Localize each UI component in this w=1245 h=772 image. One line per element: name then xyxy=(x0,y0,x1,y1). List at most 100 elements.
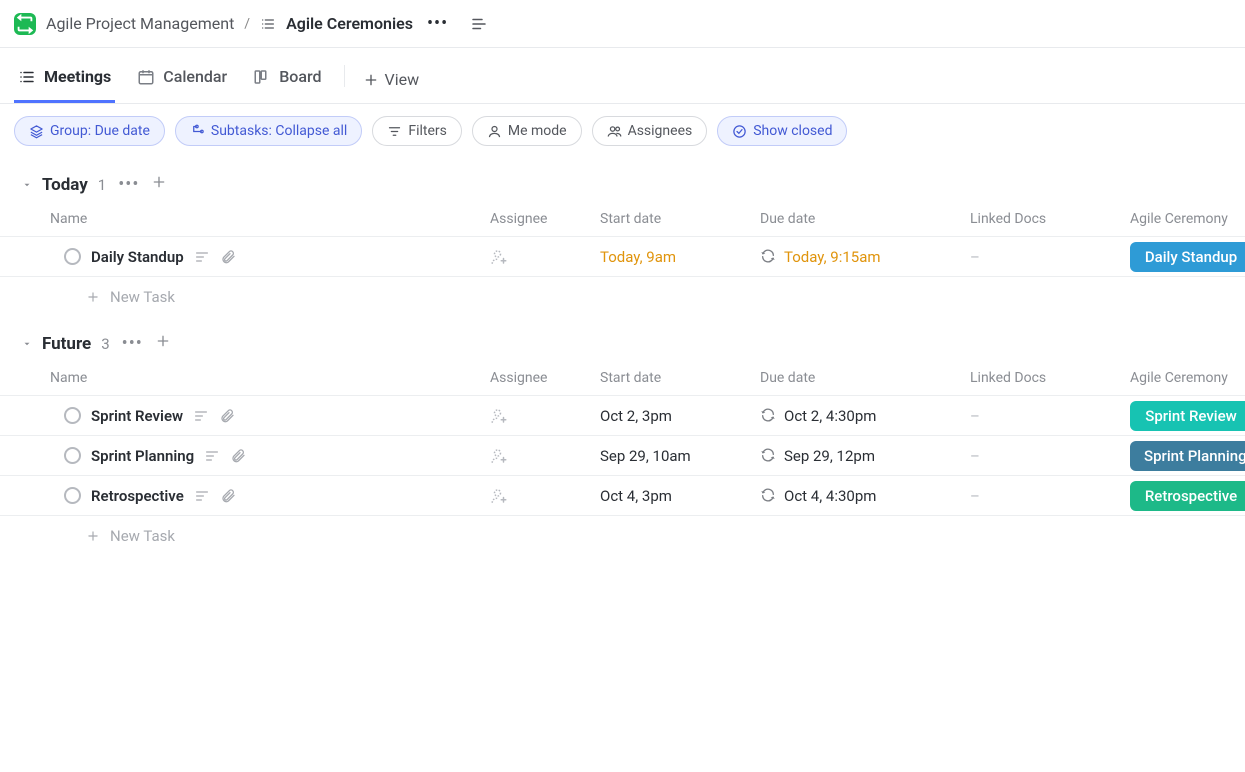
group-add-icon[interactable] xyxy=(151,174,167,195)
column-header[interactable]: Agile Ceremony xyxy=(1130,211,1245,227)
attachment-icon[interactable] xyxy=(220,249,236,265)
column-headers: NameAssigneeStart dateDue dateLinked Doc… xyxy=(0,360,1245,396)
attachment-icon[interactable] xyxy=(219,408,235,424)
new-task-button[interactable]: New Task xyxy=(0,277,1245,317)
group-more-icon[interactable]: ••• xyxy=(116,174,141,195)
task-name[interactable]: Sprint Planning xyxy=(91,447,194,465)
group-header: Today 1 ••• xyxy=(0,168,1245,201)
ceremony-tag[interactable]: Sprint Review xyxy=(1130,401,1245,431)
ceremony-tag[interactable]: Sprint Planning xyxy=(1130,441,1245,471)
status-circle-icon[interactable] xyxy=(64,447,81,464)
ceremony-cell[interactable]: Sprint Planning xyxy=(1130,441,1245,471)
assignee-cell[interactable] xyxy=(490,487,600,505)
column-header[interactable]: Name xyxy=(50,211,490,227)
status-circle-icon[interactable] xyxy=(64,407,81,424)
due-date-text: Oct 2, 4:30pm xyxy=(784,407,876,425)
column-header[interactable]: Name xyxy=(50,370,490,386)
ceremony-tag[interactable]: Retrospective xyxy=(1130,481,1245,511)
group-more-icon[interactable]: ••• xyxy=(120,333,145,354)
group-count: 3 xyxy=(101,335,109,353)
group-title: Future xyxy=(42,334,91,354)
breadcrumb-more-icon[interactable]: ••• xyxy=(423,13,452,34)
add-view-button[interactable]: View xyxy=(363,70,420,103)
calendar-icon xyxy=(137,68,155,86)
column-headers: NameAssigneeStart dateDue dateLinked Doc… xyxy=(0,201,1245,237)
me-mode-label: Me mode xyxy=(508,123,567,139)
start-date-cell[interactable]: Oct 2, 3pm xyxy=(600,407,760,425)
assignees-button[interactable]: Assignees xyxy=(592,116,708,146)
description-icon[interactable] xyxy=(193,408,209,424)
column-header[interactable]: Start date xyxy=(600,370,760,386)
assignee-cell[interactable] xyxy=(490,447,600,465)
column-header[interactable]: Linked Docs xyxy=(970,370,1130,386)
ceremony-cell[interactable]: Retrospective xyxy=(1130,481,1245,511)
column-header[interactable]: Linked Docs xyxy=(970,211,1130,227)
column-header[interactable]: Agile Ceremony xyxy=(1130,370,1245,386)
linked-docs-cell[interactable]: – xyxy=(970,447,1130,465)
add-assignee-icon[interactable] xyxy=(490,248,508,266)
task-name-cell: Daily Standup xyxy=(50,248,490,266)
due-date-cell[interactable]: Oct 2, 4:30pm xyxy=(760,407,970,425)
add-assignee-icon[interactable] xyxy=(490,407,508,425)
attachment-icon[interactable] xyxy=(230,448,246,464)
me-mode-button[interactable]: Me mode xyxy=(472,116,582,146)
task-name[interactable]: Retrospective xyxy=(91,487,184,505)
description-icon[interactable] xyxy=(194,249,210,265)
description-icon[interactable] xyxy=(194,488,210,504)
list-icon xyxy=(260,16,276,32)
due-date-cell[interactable]: Oct 4, 4:30pm xyxy=(760,487,970,505)
start-date-cell[interactable]: Today, 9am xyxy=(600,248,760,266)
add-assignee-icon[interactable] xyxy=(490,447,508,465)
breadcrumb-space[interactable]: Agile Project Management xyxy=(46,14,234,33)
start-date-cell[interactable]: Sep 29, 10am xyxy=(600,447,760,465)
column-header[interactable]: Due date xyxy=(760,211,970,227)
ceremony-cell[interactable]: Daily Standup xyxy=(1130,242,1245,272)
group-count: 1 xyxy=(98,176,106,194)
start-date-cell[interactable]: Oct 4, 3pm xyxy=(600,487,760,505)
assignee-cell[interactable] xyxy=(490,248,600,266)
status-circle-icon[interactable] xyxy=(64,248,81,265)
ceremony-cell[interactable]: Sprint Review xyxy=(1130,401,1245,431)
ceremony-tag[interactable]: Daily Standup xyxy=(1130,242,1245,272)
task-row[interactable]: Retrospective Oct 4, 3pmOct 4, 4:30pm–Re… xyxy=(0,476,1245,516)
task-name[interactable]: Daily Standup xyxy=(91,248,184,266)
new-task-label: New Task xyxy=(110,527,175,545)
tab-calendar[interactable]: Calendar xyxy=(133,67,231,103)
due-date-cell[interactable]: Today, 9:15am xyxy=(760,248,970,266)
breadcrumb-page[interactable]: Agile Ceremonies xyxy=(286,14,413,33)
subtasks-filter-label: Subtasks: Collapse all xyxy=(211,123,347,139)
status-circle-icon[interactable] xyxy=(64,487,81,504)
filters-button[interactable]: Filters xyxy=(372,116,462,146)
due-date-cell[interactable]: Sep 29, 12pm xyxy=(760,447,970,465)
recurring-icon xyxy=(760,487,776,503)
tab-board[interactable]: Board xyxy=(249,67,325,103)
add-assignee-icon[interactable] xyxy=(490,487,508,505)
linked-docs-cell[interactable]: – xyxy=(970,487,1130,505)
attachment-icon[interactable] xyxy=(220,488,236,504)
show-closed-button[interactable]: Show closed xyxy=(717,116,847,146)
linked-docs-cell[interactable]: – xyxy=(970,407,1130,425)
task-group: Today 1 ••• NameAssigneeStart dateDue da… xyxy=(0,158,1245,317)
column-header[interactable]: Assignee xyxy=(490,370,600,386)
tab-meetings[interactable]: Meetings xyxy=(14,67,115,103)
subtasks-filter[interactable]: Subtasks: Collapse all xyxy=(175,116,362,146)
column-header[interactable]: Assignee xyxy=(490,211,600,227)
assignee-cell[interactable] xyxy=(490,407,600,425)
task-name[interactable]: Sprint Review xyxy=(91,407,183,425)
group-filter[interactable]: Group: Due date xyxy=(14,116,165,146)
description-icon[interactable] xyxy=(204,448,220,464)
breadcrumb: Agile Project Management / Agile Ceremon… xyxy=(0,0,1245,48)
chevron-down-icon[interactable] xyxy=(22,339,32,349)
column-header[interactable]: Due date xyxy=(760,370,970,386)
chevron-down-icon[interactable] xyxy=(22,180,32,190)
new-task-button[interactable]: New Task xyxy=(0,516,1245,556)
column-header[interactable]: Start date xyxy=(600,211,760,227)
show-closed-label: Show closed xyxy=(753,123,832,139)
linked-docs-cell[interactable]: – xyxy=(970,248,1130,266)
assignees-label: Assignees xyxy=(628,123,693,139)
task-row[interactable]: Sprint Planning Sep 29, 10amSep 29, 12pm… xyxy=(0,436,1245,476)
group-add-icon[interactable] xyxy=(155,333,171,354)
task-row[interactable]: Sprint Review Oct 2, 3pmOct 2, 4:30pm–Sp… xyxy=(0,396,1245,436)
paragraph-icon[interactable] xyxy=(470,15,488,33)
task-row[interactable]: Daily Standup Today, 9amToday, 9:15am–Da… xyxy=(0,237,1245,277)
